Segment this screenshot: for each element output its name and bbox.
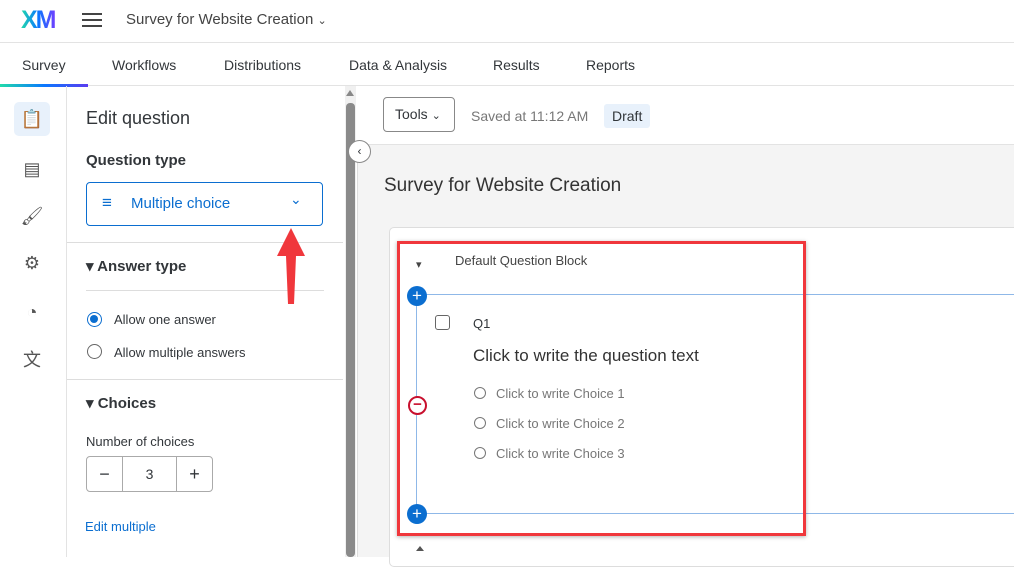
annotation-arrow-icon <box>277 228 305 304</box>
tab-distributions[interactable]: Distributions <box>224 57 301 73</box>
tab-workflows[interactable]: Workflows <box>112 57 176 73</box>
main-tabs: Survey Workflows Distributions Data & An… <box>0 43 1014 87</box>
allow-multiple-label: Allow multiple answers <box>114 345 246 360</box>
tab-results[interactable]: Results <box>493 57 540 73</box>
collapse-panel-button[interactable]: ‹ <box>348 140 371 163</box>
next-block-collapse-icon[interactable] <box>416 546 424 551</box>
tools-label: Tools <box>395 106 428 122</box>
num-choices-value[interactable]: 3 <box>123 457 176 491</box>
panel-heading: Edit question <box>86 108 191 128</box>
chevron-down-icon: ⌄ <box>431 110 441 122</box>
annotation-highlight-box <box>397 241 806 536</box>
blocks-icon[interactable]: ▤ <box>14 152 50 186</box>
allow-one-label: Allow one answer <box>114 312 216 327</box>
look-and-feel-icon[interactable]: 🖌 <box>14 199 50 233</box>
saved-status: Saved at 11:12 AM <box>471 108 589 124</box>
edit-question-panel: Edit question Question type ≡ Multiple c… <box>67 86 343 557</box>
increment-button[interactable]: + <box>176 457 212 491</box>
list-icon: ≡ <box>102 193 112 212</box>
num-choices-label: Number of choices <box>86 434 195 449</box>
survey-title-dropdown[interactable]: Survey for Website Creation ⌄ <box>126 11 327 28</box>
answer-type-label: Answer type <box>97 258 187 275</box>
quantity-stepper: − 3 + <box>86 456 213 492</box>
choices-section[interactable]: ▾ Choices <box>86 394 156 412</box>
icon-rail: 📋 ▤ 🖌 ⚙ ◔ 文 <box>0 86 67 557</box>
tab-survey[interactable]: Survey <box>22 57 66 73</box>
status-badge: Draft <box>604 104 651 128</box>
survey-options-icon[interactable]: ⚙ <box>14 246 50 280</box>
question-type-label: Question type <box>86 152 187 169</box>
dashboard-icon[interactable]: ◔ <box>14 295 50 329</box>
tools-button[interactable]: Tools ⌄ <box>383 97 455 132</box>
question-type-select[interactable]: ≡ Multiple choice ⌄ <box>86 182 323 226</box>
tab-reports[interactable]: Reports <box>586 57 635 73</box>
top-header: XM Survey for Website Creation ⌄ <box>0 0 1014 43</box>
menu-icon[interactable] <box>82 13 102 27</box>
chevron-down-icon: ⌄ <box>317 15 327 27</box>
xm-logo[interactable]: XM <box>21 6 56 35</box>
radio-allow-one[interactable] <box>87 312 102 327</box>
radio-allow-multiple[interactable] <box>87 344 102 359</box>
decrement-button[interactable]: − <box>87 457 123 491</box>
scrollbar-thumb[interactable] <box>346 103 355 557</box>
survey-heading: Survey for Website Creation <box>384 175 622 196</box>
tab-data-analysis[interactable]: Data & Analysis <box>349 57 447 73</box>
survey-icon[interactable]: 📋 <box>14 102 50 136</box>
survey-title: Survey for Website Creation <box>126 11 314 28</box>
edit-multiple-link[interactable]: Edit multiple <box>85 519 156 534</box>
question-type-value: Multiple choice <box>131 195 231 212</box>
choices-label: Choices <box>97 395 157 412</box>
answer-type-section[interactable]: ▾ Answer type <box>86 257 186 275</box>
translate-icon[interactable]: 文 <box>14 342 50 376</box>
scroll-up-arrow[interactable] <box>346 90 354 96</box>
chevron-down-icon: ⌄ <box>290 191 302 207</box>
survey-toolbar: Tools ⌄ Saved at 11:12 AM Draft <box>357 86 1014 145</box>
